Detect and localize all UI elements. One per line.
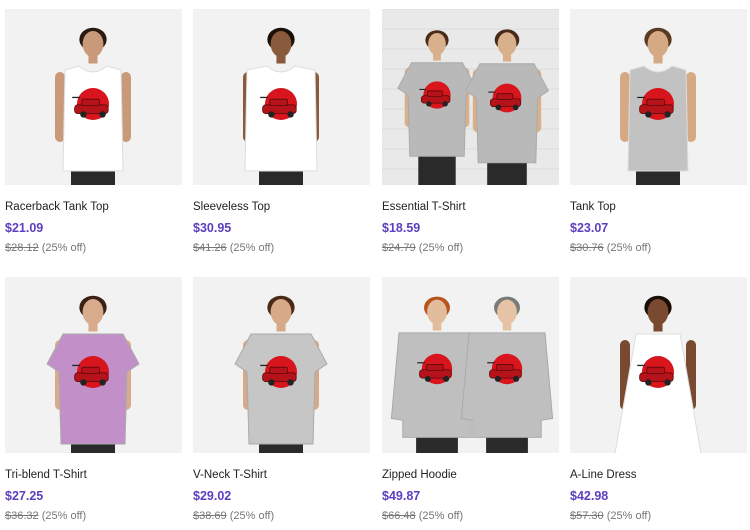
discount-label: (25% off) [418, 242, 464, 254]
product-price: $23.07 [570, 221, 609, 235]
original-price-line: $24.79 (25% off) [382, 242, 463, 254]
product-price: $29.02 [193, 489, 232, 503]
product-image[interactable] [5, 277, 182, 453]
original-price: $28.12 [5, 242, 39, 254]
product-title[interactable]: Sleeveless Top [193, 201, 270, 213]
original-price-line: $38.69 (25% off) [193, 510, 274, 522]
product-title[interactable]: A-Line Dress [570, 469, 636, 481]
product-image[interactable] [193, 9, 370, 185]
product-price: $18.59 [382, 221, 421, 235]
product-card[interactable]: Racerback Tank Top $21.09 $28.12 (25% off) [5, 9, 182, 254]
original-price: $24.79 [382, 242, 416, 254]
product-image[interactable] [193, 277, 370, 453]
product-title[interactable]: Tank Top [570, 201, 616, 213]
original-price-line: $36.32 (25% off) [5, 510, 86, 522]
original-price: $57.30 [570, 510, 604, 522]
product-image[interactable] [382, 277, 559, 453]
original-price: $30.76 [570, 242, 604, 254]
product-image[interactable] [5, 9, 182, 185]
product-card[interactable]: Sleeveless Top $30.95 $41.26 (25% off) [193, 9, 370, 254]
discount-label: (25% off) [229, 510, 275, 522]
product-price: $27.25 [5, 489, 44, 503]
product-card[interactable]: Tri-blend T-Shirt $27.25 $36.32 (25% off) [5, 277, 182, 522]
product-card[interactable]: Essential T-Shirt $18.59 $24.79 (25% off) [382, 9, 559, 254]
product-title[interactable]: Tri-blend T-Shirt [5, 469, 87, 481]
original-price: $36.32 [5, 510, 39, 522]
product-image[interactable] [570, 9, 747, 185]
original-price-line: $57.30 (25% off) [570, 510, 651, 522]
product-title[interactable]: V-Neck T-Shirt [193, 469, 267, 481]
product-title[interactable]: Zipped Hoodie [382, 469, 457, 481]
product-price: $21.09 [5, 221, 44, 235]
original-price-line: $66.48 (25% off) [382, 510, 463, 522]
original-price: $38.69 [193, 510, 227, 522]
original-price-line: $30.76 (25% off) [570, 242, 651, 254]
discount-label: (25% off) [606, 242, 652, 254]
discount-label: (25% off) [606, 510, 652, 522]
product-price: $49.87 [382, 489, 421, 503]
original-price: $41.26 [193, 242, 227, 254]
product-image[interactable] [570, 277, 747, 453]
discount-label: (25% off) [418, 510, 464, 522]
original-price-line: $41.26 (25% off) [193, 242, 274, 254]
discount-label: (25% off) [229, 242, 275, 254]
discount-label: (25% off) [41, 510, 87, 522]
discount-label: (25% off) [41, 242, 87, 254]
product-card[interactable]: A-Line Dress $42.98 $57.30 (25% off) [570, 277, 747, 522]
product-title[interactable]: Essential T-Shirt [382, 201, 466, 213]
product-card[interactable]: V-Neck T-Shirt $29.02 $38.69 (25% off) [193, 277, 370, 522]
product-card[interactable]: Tank Top $23.07 $30.76 (25% off) [570, 9, 747, 254]
original-price: $66.48 [382, 510, 416, 522]
product-price: $42.98 [570, 489, 609, 503]
product-title[interactable]: Racerback Tank Top [5, 201, 109, 213]
product-image[interactable] [382, 9, 559, 185]
original-price-line: $28.12 (25% off) [5, 242, 86, 254]
product-price: $30.95 [193, 221, 232, 235]
product-card[interactable]: Zipped Hoodie $49.87 $66.48 (25% off) [382, 277, 559, 522]
